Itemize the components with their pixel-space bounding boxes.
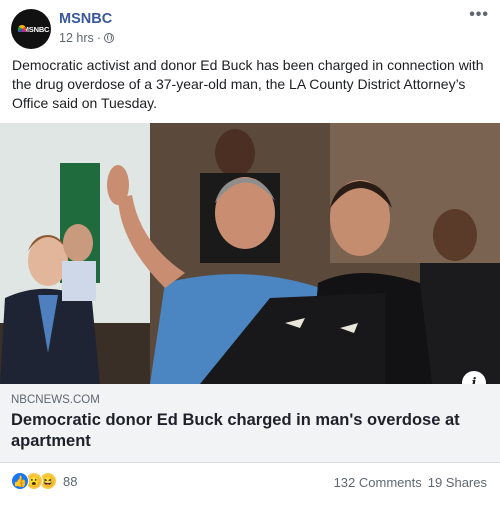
reactions-summary[interactable]: 👍 😮 😆 88 — [11, 472, 77, 490]
engagement-stats: 132 Comments 19 Shares — [334, 475, 487, 490]
reaction-count: 88 — [63, 473, 78, 489]
shares-count-link[interactable]: 19 Shares — [428, 475, 487, 490]
facebook-post: MSNBC MSNBC 12 hrs · ••• Democratic acti… — [0, 0, 500, 505]
link-preview[interactable]: NBCNEWS.COM Democratic donor Ed Buck cha… — [0, 384, 500, 463]
page-name-link[interactable]: MSNBC — [59, 11, 112, 27]
post-timestamp[interactable]: 12 hrs — [59, 31, 94, 45]
article-photo[interactable] — [0, 123, 500, 384]
post-meta: 12 hrs · — [59, 31, 114, 45]
photo-illustration — [0, 123, 500, 384]
peacock-logo-icon — [18, 25, 26, 32]
post-footer: 👍 😮 😆 88 132 Comments 19 Shares — [0, 470, 500, 494]
meta-separator: · — [96, 31, 101, 45]
globe-icon[interactable] — [103, 33, 114, 43]
comments-count-link[interactable]: 132 Comments — [334, 475, 422, 490]
more-options-icon[interactable]: ••• — [469, 6, 489, 24]
link-headline[interactable]: Democratic donor Ed Buck charged in man'… — [11, 410, 481, 452]
post-caption: Democratic activist and donor Ed Buck ha… — [12, 57, 484, 111]
like-icon: 👍 — [11, 472, 29, 490]
link-domain: NBCNEWS.COM — [11, 394, 100, 406]
page-avatar[interactable]: MSNBC — [11, 9, 51, 49]
